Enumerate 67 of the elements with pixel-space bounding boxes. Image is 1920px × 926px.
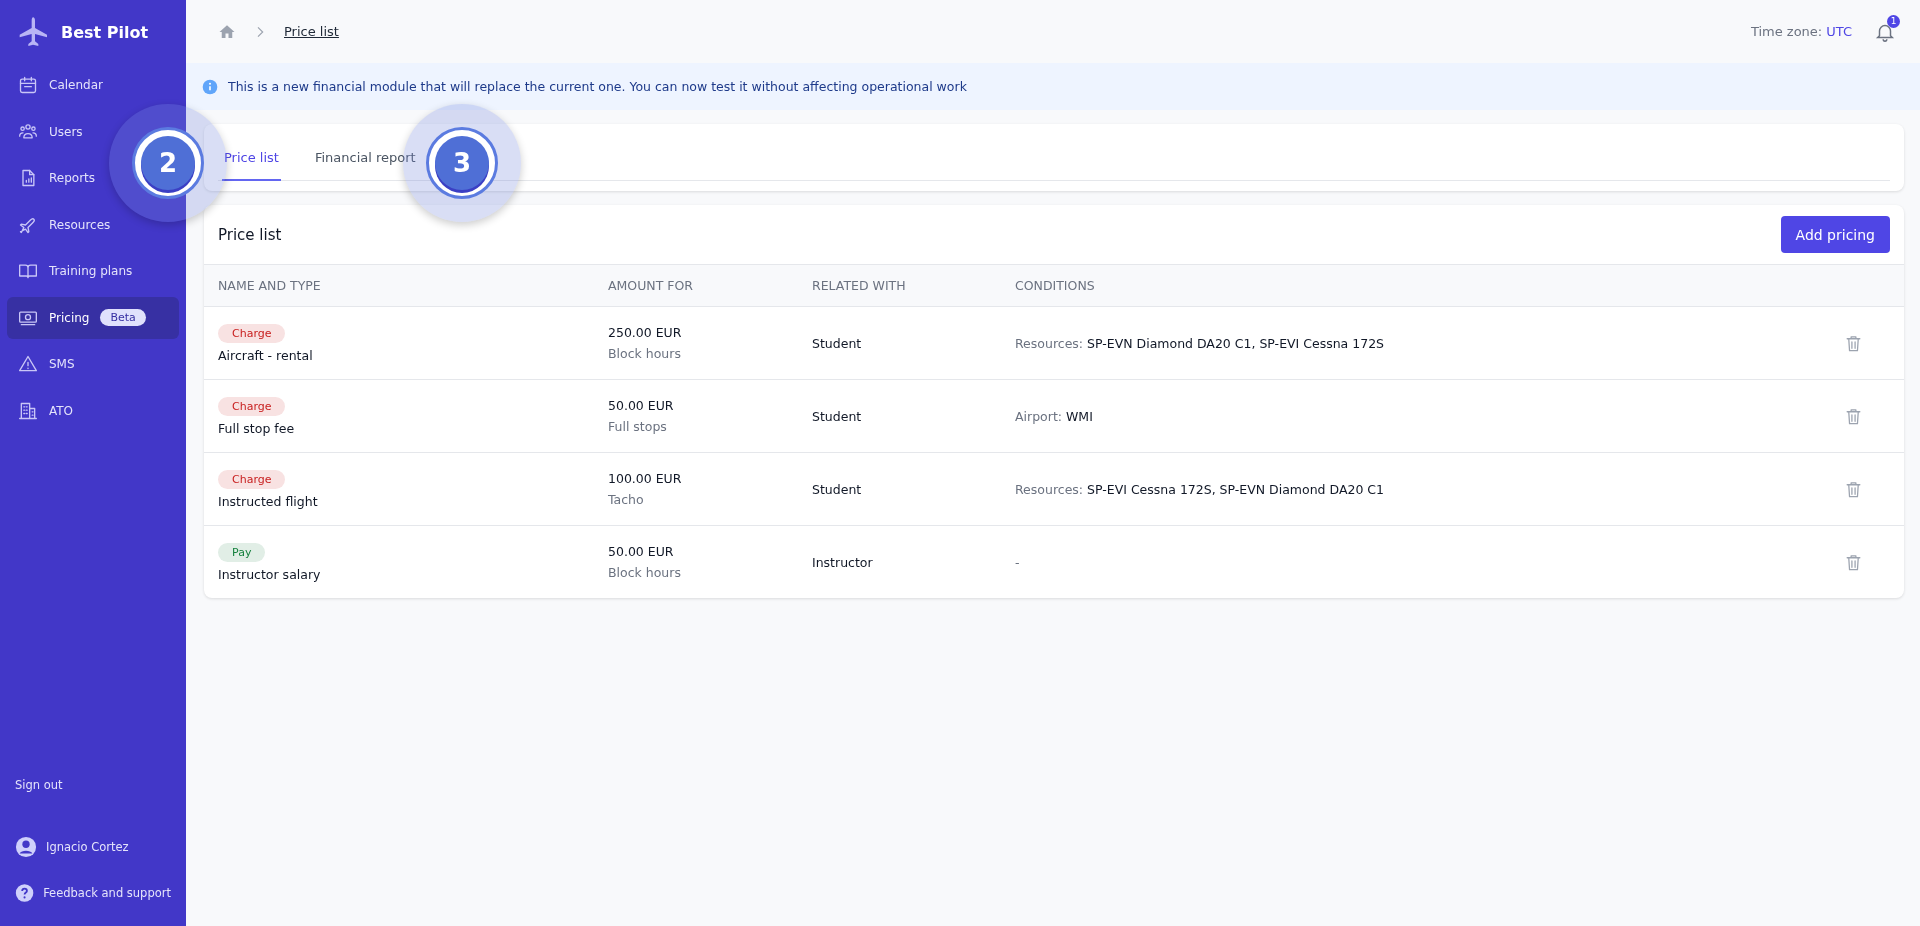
add-pricing-button[interactable]: Add pricing xyxy=(1780,216,1890,253)
amount: 50.00 EUR xyxy=(608,544,674,559)
amount: 250.00 EUR xyxy=(608,325,682,340)
help-icon xyxy=(15,883,35,903)
nav-item[interactable]: SMS xyxy=(7,343,86,385)
column-header: RELATED WITH xyxy=(812,278,906,293)
amount-unit: Block hours xyxy=(608,346,681,361)
avatar-icon xyxy=(15,836,37,858)
amount-unit: Tacho xyxy=(608,492,644,507)
condition-label: Airport: xyxy=(1015,408,1062,424)
info-message: This is a new financial module that will replace the current one. You can now test it without affecting operational work xyxy=(228,79,967,94)
trash-icon[interactable] xyxy=(1844,552,1863,572)
nav-item[interactable]: Pricing Beta xyxy=(7,296,179,339)
related-with: Student xyxy=(812,335,862,351)
amount-unit: Full stops xyxy=(608,419,667,434)
type-tag: Charge xyxy=(218,469,286,489)
nav-item[interactable]: Resources xyxy=(7,203,122,246)
breadcrumb-link[interactable]: Price list xyxy=(284,24,339,39)
step-marker[interactable]: 2 xyxy=(141,136,195,190)
beta-badge: Beta xyxy=(100,309,146,326)
amount-unit: Block hours xyxy=(608,565,681,580)
trash-icon[interactable] xyxy=(1844,479,1863,499)
step-marker[interactable]: 3 xyxy=(435,136,489,190)
tab[interactable]: Price list xyxy=(222,136,281,181)
time-zone-value[interactable]: UTC xyxy=(1826,24,1852,39)
column-header: NAME AND TYPE xyxy=(218,278,321,293)
type-tag: Pay xyxy=(218,542,266,562)
warning-icon xyxy=(18,354,38,374)
pricing-name: Instructed flight xyxy=(218,493,318,509)
building-icon xyxy=(18,400,38,421)
condition-value: SP-EVN Diamond DA20 C1, SP-EVI Cessna 172S xyxy=(1087,335,1385,351)
condition-label: - xyxy=(1015,554,1020,570)
condition-value: SP-EVI Cessna 172S, SP-EVN Diamond DA20 C1 xyxy=(1087,481,1385,497)
brand-name: Best Pilot xyxy=(61,22,149,42)
type-tag: Charge xyxy=(218,396,286,416)
amount: 50.00 EUR xyxy=(608,398,674,413)
nav-item[interactable]: ATO xyxy=(7,389,85,432)
type-tag: Charge xyxy=(218,323,286,343)
related-with: Student xyxy=(812,408,862,424)
nav-item[interactable]: Reports xyxy=(7,157,107,199)
column-header: AMOUNT FOR xyxy=(608,278,693,293)
pricing-name: Instructor salary xyxy=(218,566,321,582)
condition-label: Resources: xyxy=(1015,335,1084,351)
section-title: Price list xyxy=(218,225,282,244)
condition-label: Resources: xyxy=(1015,481,1084,497)
sign-out-link[interactable]: Sign out xyxy=(15,778,63,792)
user-name[interactable]: Ignacio Cortez xyxy=(46,840,129,854)
calendar-icon xyxy=(18,75,38,95)
nav-item[interactable]: Training plans xyxy=(7,250,144,292)
related-with: Student xyxy=(812,481,862,497)
users-icon xyxy=(18,121,38,142)
info-icon xyxy=(202,78,218,95)
related-with: Instructor xyxy=(812,554,873,570)
condition-value: WMI xyxy=(1066,408,1093,424)
pricing-name: Aircraft - rental xyxy=(218,347,313,363)
nav-item[interactable]: Users xyxy=(7,110,94,153)
column-header: CONDITIONS xyxy=(1015,278,1095,293)
tab[interactable]: Financial report xyxy=(312,136,418,181)
trash-icon[interactable] xyxy=(1844,333,1863,353)
amount: 100.00 EUR xyxy=(608,471,682,486)
trash-icon[interactable] xyxy=(1844,406,1863,426)
notification-count: 1 xyxy=(1887,14,1900,28)
nav-item[interactable]: Calendar xyxy=(7,64,114,106)
time-zone-label: Time zone: xyxy=(1750,24,1823,39)
pricing-name: Full stop fee xyxy=(218,420,295,436)
airplane-logo-icon xyxy=(17,16,49,48)
feedback-link[interactable]: Feedback and support xyxy=(43,886,171,900)
